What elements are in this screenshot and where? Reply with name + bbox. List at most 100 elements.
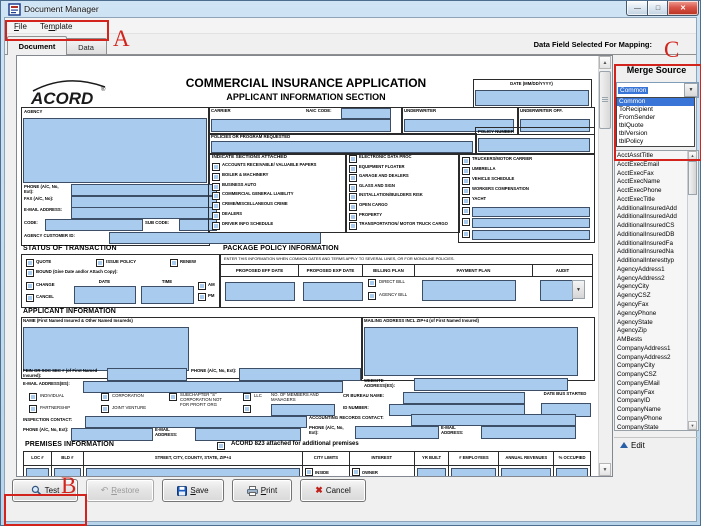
- merge-field-item[interactable]: AgencyZip: [615, 326, 688, 335]
- merge-field-item[interactable]: CompanyFax: [615, 388, 688, 397]
- merge-field-item[interactable]: AcctExecName: [615, 177, 688, 186]
- section-checkbox[interactable]: [462, 230, 470, 238]
- merge-field-item[interactable]: AgencyCity: [615, 282, 688, 291]
- maximize-button[interactable]: □: [647, 1, 669, 16]
- premises-field[interactable]: [451, 468, 496, 477]
- section-checkbox[interactable]: [349, 222, 357, 230]
- bound-checkbox[interactable]: [26, 269, 34, 277]
- subchapter-checkbox[interactable]: [169, 393, 177, 401]
- merge-field-item[interactable]: AgencyAddress1: [615, 265, 688, 274]
- proposed-exp-field[interactable]: [303, 282, 363, 301]
- cr-bureau-field[interactable]: [403, 392, 525, 404]
- section-checkbox[interactable]: [349, 193, 357, 201]
- merge-field-item[interactable]: CompanyPhone: [615, 414, 688, 423]
- mailing-field[interactable]: [364, 327, 578, 376]
- merge-field-item[interactable]: AgencyAddress2: [615, 274, 688, 283]
- merge-field-item[interactable]: CompanyID: [615, 396, 688, 405]
- merge-field-item[interactable]: AdditionalInsuredAdd: [615, 204, 688, 213]
- titlebar[interactable]: Document Manager — □ ✕: [2, 1, 699, 18]
- section-blank-field[interactable]: [472, 207, 590, 217]
- section-checkbox[interactable]: [349, 184, 357, 192]
- insp-email-field[interactable]: [195, 428, 301, 441]
- section-checkbox[interactable]: [462, 187, 470, 195]
- date-field[interactable]: [475, 90, 589, 106]
- individual-checkbox[interactable]: [29, 393, 37, 401]
- section-checkbox[interactable]: [212, 192, 220, 200]
- code-field[interactable]: [45, 219, 143, 231]
- edit-expander[interactable]: Edit: [614, 437, 699, 452]
- llc2-checkbox[interactable]: [243, 405, 251, 413]
- merge-field-item[interactable]: AcctExecEmail: [615, 160, 688, 169]
- website-field[interactable]: [414, 378, 568, 391]
- section-checkbox[interactable]: [462, 177, 470, 185]
- section-checkbox[interactable]: [212, 222, 220, 230]
- section-checkbox[interactable]: [349, 174, 357, 182]
- section-checkbox[interactable]: [462, 157, 470, 165]
- merge-field-item[interactable]: AcctExecTitle: [615, 195, 688, 204]
- quote-checkbox[interactable]: [26, 259, 34, 267]
- section-checkbox[interactable]: [349, 155, 357, 163]
- merge-field-item[interactable]: CompanyName: [615, 405, 688, 414]
- merge-field-item[interactable]: AdditionalInsuredAdd: [615, 212, 688, 221]
- merge-field-item[interactable]: AcctExecPhone: [615, 186, 688, 195]
- merge-field-item[interactable]: AdditionalInsuredDB: [615, 230, 688, 239]
- premises-field[interactable]: [86, 468, 300, 477]
- merge-field-item[interactable]: CompanyState: [615, 423, 688, 430]
- merge-field-item[interactable]: CompanyCSZ: [615, 370, 688, 379]
- merge-field-item[interactable]: CompanyAddress2: [615, 353, 688, 362]
- merge-field-item[interactable]: AcctExecFax: [615, 169, 688, 178]
- merge-field-item[interactable]: AdditionalInsuredNa: [615, 247, 688, 256]
- merge-field-item[interactable]: AgencyPhone: [615, 309, 688, 318]
- accounting-field[interactable]: [411, 414, 576, 426]
- section-checkbox[interactable]: [462, 218, 470, 226]
- inside-checkbox[interactable]: [305, 468, 313, 476]
- audit-field[interactable]: [540, 280, 573, 301]
- merge-field-item[interactable]: CompanyAddress1: [615, 344, 688, 353]
- naic-field[interactable]: [341, 108, 391, 119]
- section-checkbox[interactable]: [462, 197, 470, 205]
- policies-field[interactable]: [211, 141, 473, 153]
- section-checkbox[interactable]: [349, 203, 357, 211]
- section-checkbox[interactable]: [212, 173, 220, 181]
- carrier-field[interactable]: [211, 119, 391, 132]
- fein-field[interactable]: [107, 368, 187, 381]
- acct-phone-field[interactable]: [355, 426, 439, 439]
- section-checkbox[interactable]: [349, 165, 357, 173]
- policy-number-field[interactable]: [478, 138, 590, 152]
- preview-scrollbar[interactable]: ▲ ▼: [598, 56, 612, 476]
- status-date-field[interactable]: [74, 286, 136, 304]
- document-preview[interactable]: ACORD® COMMERCIAL INSURANCE APPLICATION …: [16, 55, 613, 477]
- merge-field-item[interactable]: AgencyState: [615, 318, 688, 327]
- merge-field-item[interactable]: AdditionalInteresttyp: [615, 256, 688, 265]
- insp-phone-field[interactable]: [71, 428, 153, 441]
- section-checkbox[interactable]: [212, 163, 220, 171]
- premises-field[interactable]: [26, 468, 49, 477]
- change-checkbox[interactable]: [26, 282, 34, 290]
- section-checkbox[interactable]: [462, 167, 470, 175]
- section-checkbox[interactable]: [462, 207, 470, 215]
- agency-customer-id-field[interactable]: [109, 232, 321, 244]
- section-checkbox[interactable]: [212, 212, 220, 220]
- section-blank-field[interactable]: [472, 230, 590, 240]
- direct-bill-checkbox[interactable]: [368, 279, 376, 287]
- merge-scroll-down-button[interactable]: ▼: [688, 421, 697, 430]
- section-checkbox[interactable]: [212, 183, 220, 191]
- owner-checkbox[interactable]: [352, 468, 360, 476]
- merge-list-scrollbar[interactable]: ▲ ▼: [687, 151, 698, 430]
- merge-scroll-thumb[interactable]: [688, 161, 697, 195]
- section-checkbox[interactable]: [212, 202, 220, 210]
- merge-field-item[interactable]: CompanyCity: [615, 361, 688, 370]
- phone2-field[interactable]: [239, 368, 361, 381]
- merge-field-item[interactable]: AdditionalInsuredFa: [615, 239, 688, 248]
- premises-field[interactable]: [556, 468, 588, 477]
- partnership-checkbox[interactable]: [29, 405, 37, 413]
- merge-field-item[interactable]: AdditionalInsuredCS: [615, 221, 688, 230]
- email-field[interactable]: [71, 207, 217, 219]
- save-button[interactable]: Save: [162, 479, 224, 502]
- acct-email-field[interactable]: [481, 426, 576, 439]
- scroll-thumb[interactable]: [599, 71, 611, 129]
- premises-field[interactable]: [501, 468, 551, 477]
- section-blank-field[interactable]: [472, 218, 590, 228]
- restore-button[interactable]: ↶ Restore: [86, 479, 154, 502]
- minimize-button[interactable]: —: [626, 1, 649, 16]
